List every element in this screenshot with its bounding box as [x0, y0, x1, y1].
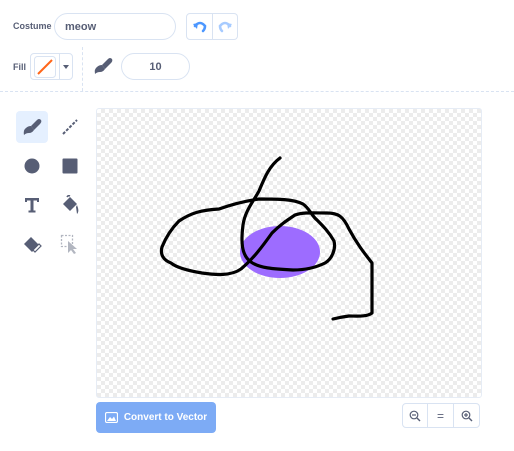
eraser-tool[interactable] [16, 228, 48, 260]
fill-tool[interactable] [54, 189, 86, 221]
zoom-reset-label: = [436, 408, 444, 423]
undo-icon [192, 21, 206, 32]
redo-button[interactable] [213, 13, 238, 40]
caret-down-icon [63, 64, 69, 69]
fill-bucket-icon [63, 195, 79, 214]
text-icon [25, 198, 39, 213]
circle-icon [24, 158, 40, 174]
toolbar-separator [0, 91, 514, 92]
drawing-canvas[interactable] [96, 108, 482, 398]
select-tool[interactable] [54, 228, 86, 260]
canvas-drawing [159, 156, 374, 321]
fill-color-swatch [31, 54, 59, 79]
image-icon [104, 412, 118, 423]
zoom-in-icon [461, 410, 472, 421]
line-tool[interactable] [54, 111, 86, 143]
rectangle-tool[interactable] [54, 150, 86, 182]
fill-label: Fill [13, 62, 26, 72]
fill-swatch-icon [34, 55, 56, 78]
text-tool[interactable] [16, 189, 48, 221]
rectangle-icon [62, 158, 78, 174]
zoom-controls: = [402, 403, 480, 428]
eraser-icon [24, 237, 42, 253]
vertical-divider [82, 47, 83, 91]
convert-to-vector-label: Convert to Vector [123, 412, 208, 423]
costume-label: Costume [13, 21, 52, 31]
fill-color-picker[interactable] [30, 53, 73, 80]
circle-tool[interactable] [16, 150, 48, 182]
line-icon [62, 119, 78, 135]
zoom-out-button[interactable] [402, 403, 428, 428]
zoom-reset-button[interactable]: = [428, 403, 454, 428]
zoom-in-button[interactable] [454, 403, 480, 428]
brush-tool[interactable] [16, 111, 48, 143]
fill-dropdown-toggle[interactable] [59, 54, 72, 79]
redo-icon [218, 21, 232, 32]
undo-button[interactable] [186, 13, 213, 40]
convert-to-vector-button[interactable]: Convert to Vector [96, 402, 216, 433]
brush-icon [23, 119, 42, 135]
brush-size-icon [94, 58, 113, 74]
undo-redo-group [186, 13, 238, 40]
costume-name-input[interactable] [54, 13, 176, 40]
black-scribble-stroke [159, 156, 374, 321]
select-icon [60, 234, 77, 254]
brush-size-input[interactable] [121, 53, 190, 80]
zoom-out-icon [409, 410, 421, 421]
